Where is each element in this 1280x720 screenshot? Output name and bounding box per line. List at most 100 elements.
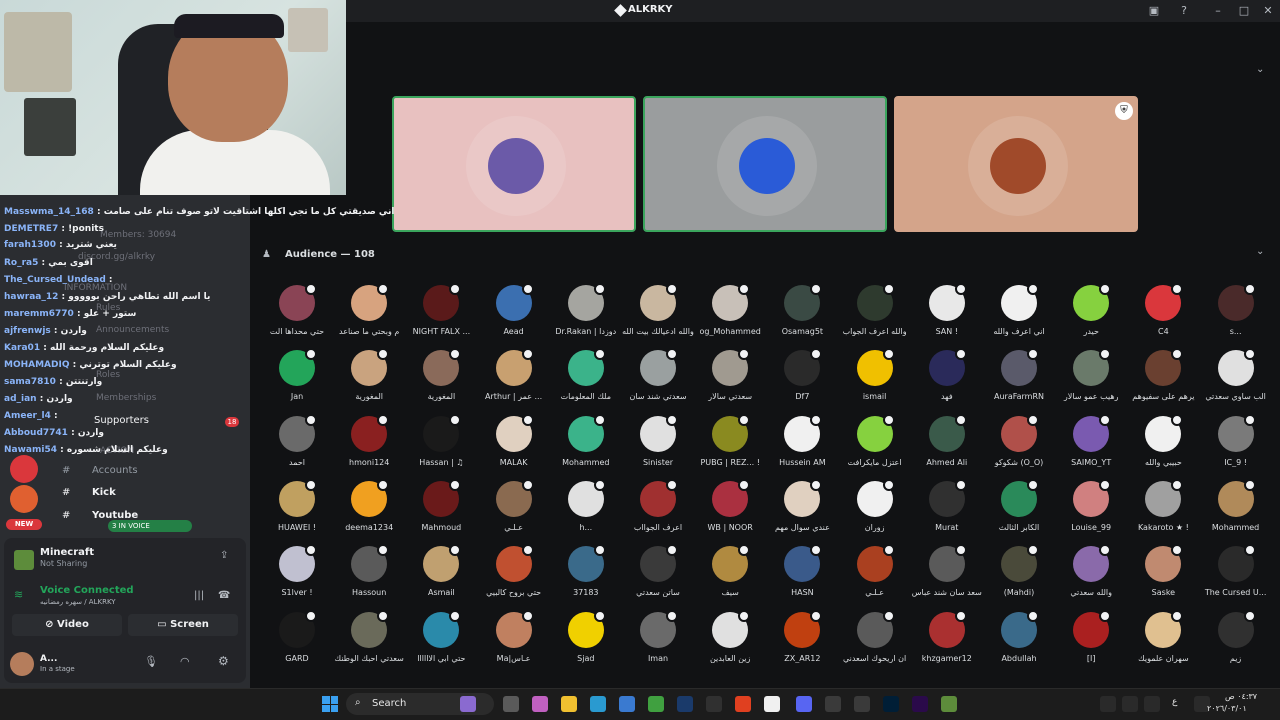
avatar[interactable] xyxy=(10,652,34,676)
audience-member[interactable]: يرهم على سفيوهم xyxy=(1127,348,1199,410)
screen-button[interactable]: ▭ Screen xyxy=(128,614,238,636)
photoshop-icon[interactable] xyxy=(883,696,899,712)
audience-member[interactable]: ismail xyxy=(839,348,911,410)
audience-member[interactable]: 37183 xyxy=(550,544,622,606)
audience-member[interactable]: Sjad xyxy=(550,609,622,672)
audience-member[interactable]: Murat xyxy=(911,478,983,541)
channel-announcements[interactable]: Announcements xyxy=(96,325,169,335)
cloud-icon[interactable] xyxy=(1122,696,1138,712)
audience-member[interactable]: المغورية xyxy=(333,348,405,410)
task-view-icon[interactable] xyxy=(503,696,519,712)
audience-member[interactable]: Jan xyxy=(261,348,333,410)
audience-member[interactable]: khzgamer12 xyxy=(911,609,983,672)
audience-member[interactable]: HASN xyxy=(766,544,838,606)
help-icon[interactable]: ? xyxy=(1176,3,1192,19)
audience-member[interactable]: ساتن سعدتي xyxy=(622,544,694,606)
capcut-icon[interactable] xyxy=(764,696,780,712)
audience-member[interactable]: AuraFarmRN xyxy=(983,348,1055,410)
audience-member[interactable]: Dr.Rakan | دوزدا xyxy=(550,283,622,345)
audience-member[interactable]: ZX_AR12 xyxy=(766,609,838,672)
language-indicator[interactable]: ع xyxy=(1172,697,1177,707)
server-icon[interactable] xyxy=(10,485,38,513)
audience-member[interactable]: Hussein AM xyxy=(766,413,838,476)
discord-icon[interactable] xyxy=(796,696,812,712)
file-explorer-icon[interactable] xyxy=(561,696,577,712)
audience-member[interactable]: Louise_99 xyxy=(1055,478,1127,541)
audience-member[interactable]: حيدر xyxy=(1055,283,1127,345)
inbox-icon[interactable]: ▣ xyxy=(1146,3,1162,19)
minimize-button[interactable]: – xyxy=(1210,3,1226,19)
audience-member[interactable]: سعدتي سالار xyxy=(694,348,766,410)
audience-member[interactable]: Mohammed xyxy=(1200,478,1272,541)
channel-memberships[interactable]: Memberships xyxy=(96,393,156,403)
audience-member[interactable]: والله سعدتي xyxy=(1055,544,1127,606)
clock-date[interactable]: ٢٠٢٦/٠٣/٠١ xyxy=(1207,704,1247,713)
video-button[interactable]: ⊘ Video xyxy=(12,614,122,636)
stage-speaker-tile[interactable] xyxy=(894,96,1138,232)
server-icon[interactable] xyxy=(10,455,38,483)
audience-member[interactable]: سهران علمويك xyxy=(1127,609,1199,672)
audience-member[interactable]: شكوكو (O_O) xyxy=(983,413,1055,476)
widgets-icon[interactable] xyxy=(460,696,476,712)
audience-member[interactable]: Sinister xyxy=(622,413,694,476)
audience-member[interactable]: اني اعرف والله xyxy=(983,283,1055,345)
store-icon[interactable] xyxy=(619,696,635,712)
stage-speaker-tile[interactable] xyxy=(392,96,636,232)
audience-member[interactable]: Iman xyxy=(622,609,694,672)
voice-channel-path[interactable]: سهره رمضانيه / ALKRKY xyxy=(40,598,116,606)
audience-member[interactable]: (Mahdi) xyxy=(983,544,1055,606)
audience-member[interactable]: Mohammed xyxy=(550,413,622,476)
disconnect-icon[interactable]: ☎ xyxy=(218,590,230,601)
stage-speaker-tile[interactable] xyxy=(643,96,887,232)
audience-member[interactable]: عـلـي xyxy=(478,478,550,541)
audience-member[interactable]: اعتزل مايكرافت xyxy=(839,413,911,476)
premiere-icon[interactable] xyxy=(912,696,928,712)
app-icon[interactable] xyxy=(854,696,870,712)
audience-member[interactable]: سعد سان شند عباس xyxy=(911,544,983,606)
audience-member[interactable]: The Cursed U... xyxy=(1200,544,1272,606)
audience-member[interactable]: حتي محداها الت xyxy=(261,283,333,345)
audience-member[interactable]: سعدتي احبك الوطنك xyxy=(333,609,405,672)
share-screen-icon[interactable]: ⇪ xyxy=(220,550,228,561)
brave-icon[interactable] xyxy=(735,696,751,712)
in-voice-pill[interactable]: 3 IN VOICE xyxy=(108,520,192,532)
audience-member[interactable]: اعرف الجوااب xyxy=(622,478,694,541)
channel-supporters[interactable]: Supporters xyxy=(94,415,149,426)
collapse-chevron-icon[interactable]: ⌄ xyxy=(1256,64,1264,75)
chevron-up-icon[interactable] xyxy=(1100,696,1116,712)
audience-member[interactable]: زيم xyxy=(1200,609,1272,672)
steam-icon[interactable] xyxy=(677,696,693,712)
audience-member[interactable]: Aead xyxy=(478,283,550,345)
audience-member[interactable]: Hassan | ♫ xyxy=(405,413,477,476)
audience-member[interactable]: hmoni124 xyxy=(333,413,405,476)
audience-member[interactable]: Hassoun xyxy=(333,544,405,606)
audience-member[interactable]: زين العابدين xyxy=(694,609,766,672)
audience-member[interactable]: Ma|عـاس xyxy=(478,609,550,672)
audience-member[interactable]: h... xyxy=(550,478,622,541)
audience-member[interactable]: سيف xyxy=(694,544,766,606)
audience-member[interactable]: S1lver ! xyxy=(261,544,333,606)
audience-member[interactable]: [I] xyxy=(1055,609,1127,672)
audience-member[interactable]: MALAK xyxy=(478,413,550,476)
audience-member[interactable]: WB | NOOR xyxy=(694,478,766,541)
minecraft-icon[interactable] xyxy=(941,696,957,712)
audience-member[interactable]: Ahmed Ali xyxy=(911,413,983,476)
copilot-icon[interactable] xyxy=(532,696,548,712)
audience-member[interactable]: المغورية xyxy=(405,348,477,410)
audience-chevron-icon[interactable]: ⌄ xyxy=(1256,246,1264,257)
audience-member[interactable]: سعدتي شند سان xyxy=(622,348,694,410)
audience-member[interactable]: C4 xyxy=(1127,283,1199,345)
start-button[interactable] xyxy=(322,696,338,712)
audience-member[interactable]: s... xyxy=(1200,283,1272,345)
channel-accounts[interactable]: Accounts xyxy=(92,465,138,476)
settings-gear-icon[interactable]: ⚙ xyxy=(218,654,229,668)
audience-member[interactable]: حبيبي والله xyxy=(1127,413,1199,476)
microphone-icon[interactable]: 🎙 xyxy=(144,655,158,668)
noise-suppression-icon[interactable]: ||| xyxy=(194,590,204,601)
audience-member[interactable]: HUAWEI ! xyxy=(261,478,333,541)
audience-member[interactable]: Mahmoud xyxy=(405,478,477,541)
obs-icon[interactable] xyxy=(706,696,722,712)
audience-member[interactable]: Saske xyxy=(1127,544,1199,606)
audience-member[interactable]: SAN ! xyxy=(911,283,983,345)
audience-member[interactable]: Osamag5t xyxy=(766,283,838,345)
